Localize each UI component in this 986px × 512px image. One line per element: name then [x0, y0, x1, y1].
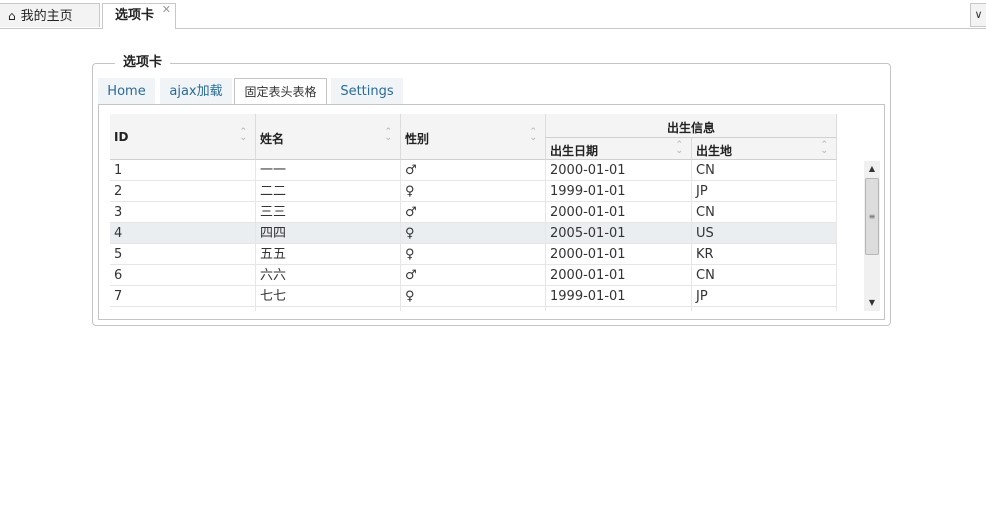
fixed-header-table: ID ⌃ ⌄ 姓名 ⌃ ⌄ 性别 ⌃ ⌄ 出生信息 出生日期 ⌃ ⌄ 出生地 ⌃ ⌄	[110, 114, 837, 311]
top-tab-bar: ⌂ 我的主页 选项卡 ✕ ∨	[0, 0, 986, 29]
cell-birth-date: 2000-01-01	[546, 160, 692, 180]
table-row[interactable]: 5 五五 ♀ 2000-01-01 KR	[110, 244, 837, 265]
scroll-up-icon[interactable]: ▲	[864, 161, 880, 177]
cell-id: 2	[110, 181, 256, 201]
cell-empty	[401, 307, 546, 311]
cell-id: 6	[110, 265, 256, 285]
fieldset-legend: 选项卡	[115, 54, 171, 72]
table-row-partial	[110, 307, 837, 311]
column-header-id[interactable]: ID ⌃ ⌄	[110, 114, 256, 160]
scroll-down-icon[interactable]: ▼	[864, 295, 880, 311]
cell-birth-date: 2000-01-01	[546, 202, 692, 222]
tabs-fieldset: 选项卡 Home ajax加载 固定表头表格 Settings ID ⌃ ⌄ 姓名…	[92, 54, 891, 326]
cell-name: 三三	[256, 202, 401, 222]
double-chevron-down-icon[interactable]: ∨	[970, 3, 986, 27]
vertical-scrollbar[interactable]: ▲ ≡ ▼	[864, 161, 880, 311]
cell-id: 1	[110, 160, 256, 180]
cell-birth-date: 2000-01-01	[546, 244, 692, 264]
cell-id: 4	[110, 223, 256, 243]
cell-gender: ♂	[401, 265, 546, 285]
cell-empty	[692, 307, 837, 311]
top-tab-tabs-label: 选项卡	[115, 8, 155, 23]
table-row[interactable]: 2 二二 ♀ 1999-01-01 JP	[110, 181, 837, 202]
cell-gender: ♀	[401, 244, 546, 264]
cell-name: 五五	[256, 244, 401, 264]
cell-gender: ♀	[401, 286, 546, 306]
column-header-birth-place[interactable]: 出生地 ⌃ ⌄	[692, 138, 837, 160]
cell-birth-place: JP	[692, 181, 837, 201]
cell-name: 二二	[256, 181, 401, 201]
top-tab-tabs[interactable]: 选项卡 ✕	[102, 3, 176, 29]
cell-birth-date: 1999-01-01	[546, 181, 692, 201]
table-row[interactable]: 7 七七 ♀ 1999-01-01 JP	[110, 286, 837, 307]
cell-birth-place: KR	[692, 244, 837, 264]
table-row[interactable]: 1 一一 ♂ 2000-01-01 CN	[110, 160, 837, 181]
cell-birth-place: US	[692, 223, 837, 243]
close-icon[interactable]: ✕	[162, 0, 171, 22]
tab-content: ID ⌃ ⌄ 姓名 ⌃ ⌄ 性别 ⌃ ⌄ 出生信息 出生日期 ⌃ ⌄ 出生地 ⌃ ⌄	[98, 104, 885, 320]
column-group-birth-info: 出生信息	[546, 114, 837, 138]
cell-name: 四四	[256, 223, 401, 243]
table-row[interactable]: 4 四四 ♀ 2005-01-01 US	[110, 223, 837, 244]
cell-id: 3	[110, 202, 256, 222]
table-row[interactable]: 6 六六 ♂ 2000-01-01 CN	[110, 265, 837, 286]
cell-empty	[256, 307, 401, 311]
tab-settings[interactable]: Settings	[331, 78, 403, 104]
cell-empty	[546, 307, 692, 311]
cell-gender: ♀	[401, 223, 546, 243]
cell-gender: ♀	[401, 181, 546, 201]
tab-ajax[interactable]: ajax加载	[160, 78, 232, 104]
top-tab-home-label: 我的主页	[20, 9, 73, 24]
cell-birth-place: JP	[692, 286, 837, 306]
sort-icon: ⌃ ⌄	[529, 127, 537, 143]
tab-home[interactable]: Home	[98, 78, 155, 104]
cell-birth-place: CN	[692, 160, 837, 180]
cell-birth-place: CN	[692, 265, 837, 285]
column-header-name[interactable]: 姓名 ⌃ ⌄	[256, 114, 401, 160]
cell-birth-date: 2005-01-01	[546, 223, 692, 243]
column-header-birth-date[interactable]: 出生日期 ⌃ ⌄	[546, 138, 692, 160]
cell-gender: ♂	[401, 202, 546, 222]
cell-birth-date: 2000-01-01	[546, 265, 692, 285]
cell-empty	[110, 307, 256, 311]
sort-icon: ⌃ ⌄	[239, 127, 247, 143]
tab-fixed-header-table[interactable]: 固定表头表格	[234, 78, 327, 105]
cell-name: 一一	[256, 160, 401, 180]
column-header-gender[interactable]: 性别 ⌃ ⌄	[401, 114, 546, 160]
scroll-thumb[interactable]: ≡	[865, 178, 879, 255]
cell-birth-date: 1999-01-01	[546, 286, 692, 306]
sort-icon: ⌃ ⌄	[820, 140, 828, 156]
sort-icon: ⌃ ⌄	[675, 140, 683, 156]
table-row[interactable]: 3 三三 ♂ 2000-01-01 CN	[110, 202, 837, 223]
cell-name: 六六	[256, 265, 401, 285]
cell-id: 5	[110, 244, 256, 264]
cell-id: 7	[110, 286, 256, 306]
home-icon: ⌂	[8, 9, 16, 23]
cell-gender: ♂	[401, 160, 546, 180]
top-tab-home[interactable]: ⌂ 我的主页	[0, 3, 100, 27]
cell-birth-place: CN	[692, 202, 837, 222]
cell-name: 七七	[256, 286, 401, 306]
sort-icon: ⌃ ⌄	[384, 127, 392, 143]
